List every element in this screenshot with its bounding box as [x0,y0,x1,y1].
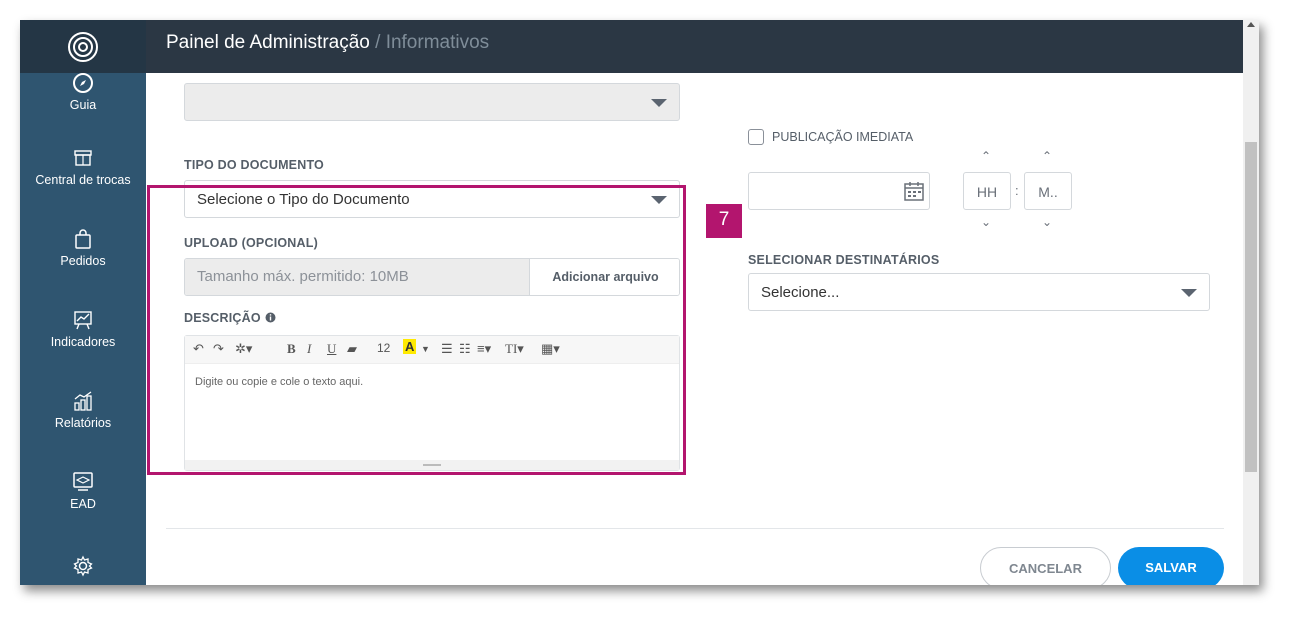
page-title: Painel de Administração [166,32,370,53]
logo[interactable] [20,20,146,73]
publicacao-imediata-label: PUBLICAÇÃO IMEDIATA [772,130,914,144]
info-icon[interactable] [265,312,276,323]
text-height-icon[interactable]: TI▾ [505,341,524,357]
chevron-down-icon [1181,289,1197,297]
chevron-down-icon[interactable]: ⌄ [1042,215,1052,229]
destinatarios-select[interactable]: Selecione... [748,273,1210,311]
form-content: TIPO DO DOCUMENTO Selecione o Tipo do Do… [146,73,1243,585]
sidebar-item-pedidos[interactable]: Pedidos [20,228,146,268]
breadcrumb-separator: / [369,32,386,53]
destinatarios-value: Selecione... [761,284,840,301]
bullet-list-icon[interactable]: ☰ [441,341,453,357]
editor-placeholder[interactable]: Digite ou copie e cole o texto aqui. [195,376,363,388]
font-size-value[interactable]: 12 [377,341,390,355]
table-icon[interactable]: ▦▾ [541,341,560,357]
tipo-documento-value: Selecione o Tipo do Documento [197,191,410,208]
breadcrumb-current[interactable]: Informativos [386,32,489,53]
scroll-up-icon[interactable] [1247,22,1255,27]
description-editor: ↶ ↷ ✲▾ B I U ▰ 12 A ▼ ☰ ☷ ≡▾ TI▾ ▦▾ Digi… [184,335,680,471]
underline-icon[interactable]: U [327,341,336,357]
redo-icon[interactable]: ↷ [213,341,224,357]
chevron-down-icon[interactable]: ▼ [421,344,430,354]
sidebar-item-guia[interactable]: Guia [20,72,146,112]
divider [166,528,1224,529]
scrollbar[interactable] [1243,20,1259,585]
sidebar-item-label: Indicadores [50,335,116,349]
italic-icon[interactable]: I [307,341,311,357]
graduation-monitor-icon [73,472,93,491]
editor-toolbar: ↶ ↷ ✲▾ B I U ▰ 12 A ▼ ☰ ☷ ≡▾ TI▾ ▦▾ [185,336,679,364]
numbered-list-icon[interactable]: ☷ [459,341,471,357]
logo-icon [68,31,98,62]
undo-icon[interactable]: ↶ [193,341,204,357]
app-window: Guia Central de trocas Pedidos Indicador… [20,20,1259,585]
chevron-down-icon [651,196,667,204]
destinatarios-label: SELECIONAR DESTINATÁRIOS [748,253,940,267]
time-separator: : [1015,183,1019,198]
publicacao-imediata-checkbox[interactable] [748,129,764,145]
page-header: Painel de Administração / Informativos [146,20,1243,73]
compass-icon [73,73,93,93]
descricao-label: DESCRIÇÃO [184,311,276,325]
save-button[interactable]: SALVAR [1118,547,1224,585]
chevron-up-icon[interactable]: ⌃ [981,149,991,163]
tipo-documento-select[interactable]: Selecione o Tipo do Documento [184,180,680,218]
sidebar: Guia Central de trocas Pedidos Indicador… [20,20,146,585]
editor-resize-handle[interactable] [185,460,679,470]
gear-icon [73,555,93,577]
sidebar-item-label: Central de trocas [35,173,131,187]
presentation-chart-icon [74,311,92,330]
sidebar-item-label: Pedidos [60,254,106,268]
sidebar-item-label: Guia [69,98,97,112]
upload-placeholder[interactable]: Tamanho máx. permitido: 10MB [185,259,530,295]
chevron-down-icon[interactable]: ⌄ [981,215,991,229]
grip-icon [423,464,441,466]
date-input[interactable] [748,172,930,210]
hour-input[interactable]: HH [963,172,1011,210]
breadcrumb: Painel de Administração / Informativos [166,32,489,54]
chevron-up-icon[interactable]: ⌃ [1042,149,1052,163]
eraser-icon[interactable]: ▰ [347,341,357,357]
highlight-color-icon[interactable]: A [403,339,417,354]
disabled-select [184,83,680,121]
sidebar-item-relatorios[interactable]: Relatórios [20,390,146,430]
calendar-icon[interactable] [903,180,925,202]
sidebar-item-settings[interactable] [20,555,146,581]
sidebar-item-label: EAD [70,497,96,511]
sidebar-item-label: Relatórios [54,416,112,430]
shopping-bag-icon [75,229,91,249]
sidebar-item-indicadores[interactable]: Indicadores [20,309,146,349]
bold-icon[interactable]: B [287,341,296,357]
tipo-documento-label: TIPO DO DOCUMENTO [184,158,324,172]
sidebar-item-central-de-trocas[interactable]: Central de trocas [20,147,146,187]
magic-wand-icon[interactable]: ✲▾ [235,341,252,357]
bar-chart-icon [74,391,92,411]
cancel-button[interactable]: CANCELAR [980,547,1111,585]
step-badge: 7 [706,204,742,238]
align-icon[interactable]: ≡▾ [477,341,491,357]
upload-label: UPLOAD (OPCIONAL) [184,236,318,250]
store-icon [74,150,92,166]
sidebar-item-ead[interactable]: EAD [20,471,146,511]
descricao-label-text: DESCRIÇÃO [184,311,261,325]
add-file-button[interactable]: Adicionar arquivo [530,259,679,295]
minute-input[interactable]: M.. [1024,172,1072,210]
chevron-down-icon [651,99,667,107]
scrollbar-thumb[interactable] [1245,142,1257,472]
upload-field: Tamanho máx. permitido: 10MB Adicionar a… [184,258,680,296]
